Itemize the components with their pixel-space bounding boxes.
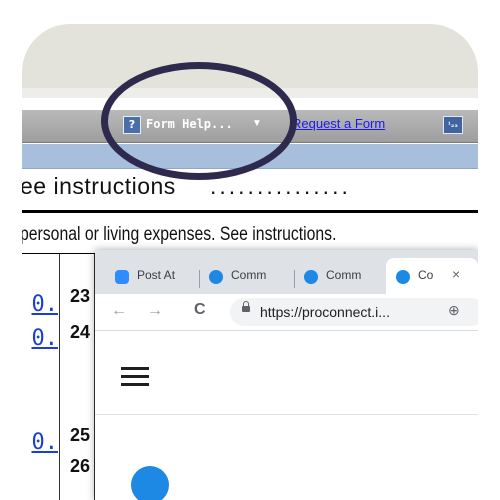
tab-title: Comm [231,268,267,282]
calculator-icon[interactable]: ¹₂₃ [443,116,463,134]
column-divider [59,254,60,500]
line-number: 24 [70,322,91,342]
favicon-icon [396,270,410,284]
browser-window: Post At Comm Comm Co × ← → C https://pro… [95,250,478,500]
back-icon[interactable]: ← [111,302,127,320]
tab-title: Co [418,268,434,282]
zoom-icon[interactable]: ⊕ [448,302,460,319]
favicon-icon [304,270,318,284]
browser-tab-active[interactable]: Co × [386,258,478,294]
hamburger-menu-icon[interactable] [121,367,149,387]
line-number: 26 [70,456,91,476]
tab-separator [294,270,295,288]
instructions-line: ee instructions [22,173,176,199]
forward-icon[interactable]: → [147,302,163,320]
header-divider [95,414,478,415]
tab-title: Post At [137,268,176,282]
address-bar[interactable]: https://proconnect.i... ⊕ [230,298,478,326]
highlight-circle [101,62,297,180]
browser-tab[interactable]: Comm [298,258,382,294]
close-tab-icon[interactable]: × [452,266,460,282]
dot-leader: ............... [210,173,351,199]
zoom-favicon-icon [115,270,129,284]
amount-field[interactable]: 0. [22,431,59,455]
line-number: 23 [70,286,91,306]
amount-field[interactable]: 0. [22,293,59,317]
browser-tab-strip: Post At Comm Comm Co × [95,250,478,294]
browser-tab[interactable]: Post At [111,258,195,294]
lock-icon [242,301,250,312]
tab-separator [199,270,200,288]
form-divider [22,210,478,213]
favicon-icon [209,270,223,284]
line-number: 25 [70,425,91,445]
personal-expenses-line: personal or living expenses. See instruc… [22,224,337,245]
page-content [95,331,478,500]
screen-frame: ? Form Help... ▼ Request a Form ¹₂₃ ee i… [22,24,478,500]
request-a-form-link[interactable]: Request a Form [292,116,385,132]
browser-tab[interactable]: Comm [203,258,295,294]
tab-title: Comm [326,268,362,282]
screenshot-stage: ? Form Help... ▼ Request a Form ¹₂₃ ee i… [0,0,500,500]
browser-toolbar: ← → C https://proconnect.i... ⊕ [95,294,478,331]
reload-icon[interactable]: C [194,301,206,319]
avatar [131,466,169,500]
url-text[interactable]: https://proconnect.i... [260,304,390,320]
amount-field[interactable]: 0. [22,327,59,351]
